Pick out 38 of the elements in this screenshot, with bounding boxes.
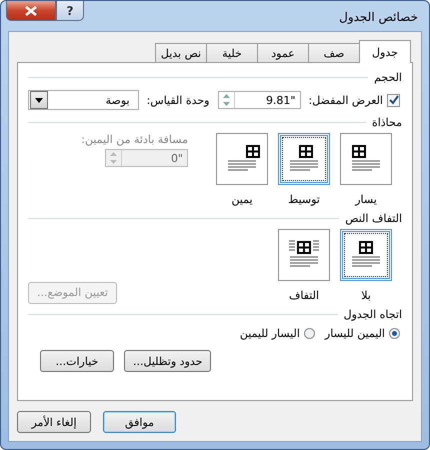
option-label: التفاف	[288, 289, 320, 302]
checkbox[interactable]	[387, 94, 400, 106]
dialog-button[interactable]: إلغاء الأمر	[17, 411, 91, 433]
section-heading: محاذاة	[372, 116, 402, 129]
tab[interactable]: خلية	[206, 43, 258, 62]
radio-label: اليسار لليمين	[240, 327, 300, 340]
help-button[interactable]: ?	[56, 1, 84, 21]
field-label: مسافة بادئة من اليمين:	[81, 133, 188, 146]
option-label: يمين	[231, 193, 253, 206]
alignment-option[interactable]	[340, 133, 392, 185]
dialog-button[interactable]: موافق	[103, 411, 176, 433]
close-button[interactable]	[6, 1, 56, 21]
wrapping-option[interactable]	[278, 229, 330, 281]
tab[interactable]: جدول	[359, 40, 411, 63]
option-label: بلا	[361, 289, 371, 302]
section-heading: الحجم	[374, 71, 402, 84]
option-label: يسار	[355, 193, 377, 206]
dialog-button[interactable]: خيارات...	[40, 350, 114, 372]
checkbox-label: العرض المفضل:	[308, 94, 383, 106]
unit-dropdown[interactable]: بوصة	[28, 90, 139, 110]
section-heading: التفاف النص	[345, 212, 402, 225]
tab[interactable]: نص بديل	[155, 43, 207, 62]
alignment-option[interactable]	[216, 133, 268, 185]
alignment-option[interactable]	[278, 133, 330, 185]
section-heading: اتجاه الجدول	[344, 308, 402, 321]
option-label: توسيط	[288, 193, 320, 206]
width-spin-field[interactable]: 9.81"	[218, 91, 300, 109]
field-label: وحدة القياس:	[146, 94, 210, 106]
tab[interactable]: صف	[308, 43, 360, 62]
dialog-button[interactable]: حدود وتظليل...	[124, 350, 212, 372]
radio-label: اليمين لليسار	[324, 327, 385, 340]
close-icon	[25, 6, 37, 16]
dropdown-arrow-icon[interactable]	[35, 98, 43, 102]
radio-button[interactable]	[389, 328, 400, 339]
wrapping-option[interactable]	[340, 229, 392, 281]
tab[interactable]: عمود	[257, 43, 309, 62]
radio-button[interactable]	[304, 328, 315, 339]
window-title: خصائص الجدول	[339, 10, 418, 24]
